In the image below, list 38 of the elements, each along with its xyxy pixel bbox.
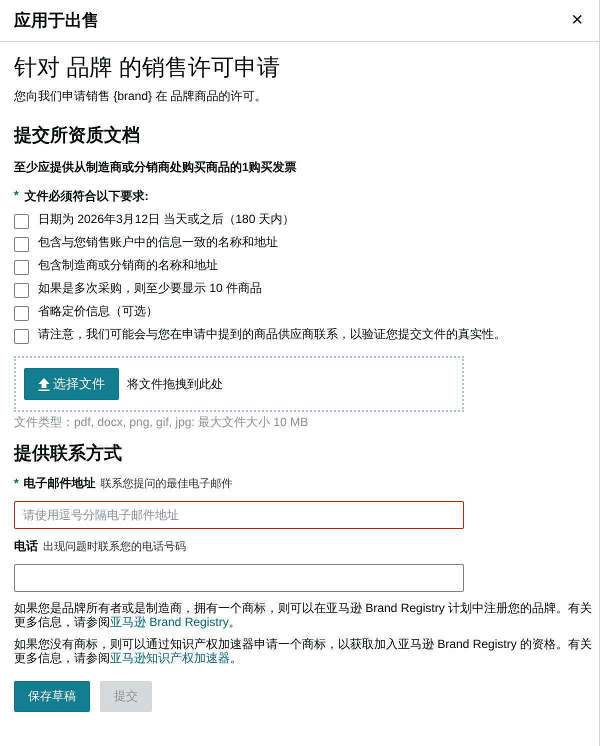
checklist-text: 包含与您销售账户中的信息一致的名称和地址: [38, 234, 278, 250]
checkbox[interactable]: [14, 329, 29, 344]
checklist-text: 请注意，我们可能会与您在申请中提到的商品供应商联系，以验证您提交文件的真实性。: [38, 326, 506, 342]
drop-hint: 将文件拖拽到此处: [127, 376, 223, 392]
required-mark: *: [14, 188, 19, 204]
info-paragraph: 如果您没有商标，则可以通过知识产权加速器申请一个商标，以获取加入亚马逊 Brand Registry 的资格。有关更多信息，请参阅亚马逊知识产权加速器。: [14, 637, 594, 665]
page-heading: 针对 品牌 的销售许可申请: [14, 53, 281, 82]
save-draft-button[interactable]: 保存草稿: [14, 681, 90, 712]
email-field[interactable]: 请使用逗号分隔电子邮件地址: [14, 501, 464, 529]
requirement-text: 至少应提供从制造商或分销商处购买商品的1购买发票: [14, 159, 298, 176]
checklist-text: 省略定价信息（可选）: [38, 303, 158, 319]
checkbox[interactable]: [14, 306, 29, 321]
close-button[interactable]: ×: [569, 9, 585, 32]
checklist-text: 日期为 2026年3月12日 当天或之后（180 天内）: [38, 211, 295, 227]
file-types-text: 文件类型：pdf, docx, png, gif, jpg: 最大文件大小 10 MB: [14, 414, 310, 431]
checklist-text: 包含制造商或分销商的名称和地址: [38, 257, 218, 273]
drop-zone[interactable]: 选择文件 将文件拖拽到此处: [14, 356, 464, 412]
info-paragraph: 如果您是品牌所有者或是制造商，拥有一个商标，则可以在亚马逊 Brand Registry 计划中注册您的品牌。有关更多信息，请参阅亚马逊 Brand Registry。: [14, 601, 594, 629]
list-label: 文件必须符合以下要求:: [24, 188, 149, 205]
checkbox[interactable]: [14, 214, 29, 229]
checkbox[interactable]: [14, 260, 29, 275]
section-heading: 提供联系方式: [14, 442, 123, 465]
info-link[interactable]: 亚马逊 Brand Registry: [110, 615, 229, 629]
phone-field[interactable]: [14, 564, 464, 592]
checklist-text: 如果是多次采购，则至少要显示 10 件商品: [38, 280, 262, 296]
field-label: 电话: [14, 538, 38, 555]
field-hint: 联系您提问的最佳电子邮件: [100, 476, 233, 491]
checkbox[interactable]: [14, 237, 29, 252]
field-label: 电子邮件地址: [24, 475, 96, 492]
section-heading: 提交所资质文档: [14, 124, 141, 147]
dialog-title: 应用于出售: [14, 10, 99, 32]
info-link[interactable]: 亚马逊知识产权加速器: [110, 651, 230, 665]
field-hint: 出现问题时联系您的电话号码: [43, 540, 186, 554]
required-mark: *: [14, 476, 19, 490]
intro-text: 您向我们申请销售 {brand} 在 品牌商品的许可。: [14, 88, 268, 105]
checkbox[interactable]: [14, 283, 29, 298]
upload-icon: [38, 378, 50, 390]
choose-file-button[interactable]: 选择文件: [24, 368, 119, 400]
